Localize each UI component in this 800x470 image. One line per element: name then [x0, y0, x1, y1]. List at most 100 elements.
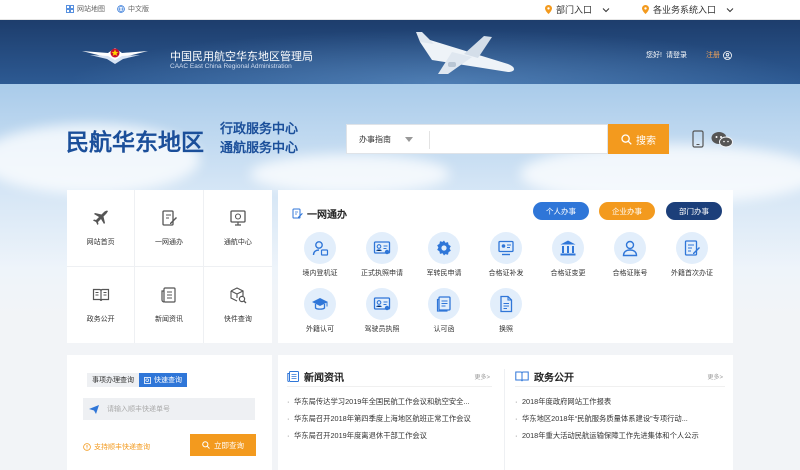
location-pin-icon: [544, 5, 552, 14]
nav-onestop-label: 一网通办: [154, 238, 183, 246]
service-item[interactable]: 外籍首次办证: [660, 232, 724, 278]
search-input[interactable]: [437, 127, 605, 151]
lang-label: 中文版: [128, 6, 149, 13]
brand-title: 民航华东地区: [66, 129, 204, 156]
user-icon: [622, 240, 638, 257]
bank-building-icon: [560, 240, 576, 256]
register-label: 注册: [706, 52, 720, 59]
user-circle-icon: [723, 50, 732, 60]
search-button[interactable]: 搜索: [608, 124, 669, 154]
news-item[interactable]: 华东局传达学习2019年全国民航工作会议和航空安全...: [287, 393, 492, 410]
query-tabs: 事项办理查询 快速查询: [87, 373, 187, 387]
mobile-phone-icon[interactable]: [692, 130, 704, 148]
sitemap-label: 网站地图: [77, 6, 105, 13]
nav-news[interactable]: 新闻资讯: [135, 266, 204, 343]
biz-entry-label: 各业务系统入口: [652, 5, 716, 15]
service-label: 军转民申请: [426, 270, 462, 277]
sitemap-link[interactable]: 网站地图: [66, 4, 105, 14]
service-item[interactable]: 正式执照申请: [350, 232, 414, 278]
service-icon-bg: [428, 232, 460, 264]
service-icon-bg: [304, 288, 336, 320]
nav-home[interactable]: 网站首页: [67, 190, 136, 267]
gov-item[interactable]: 2018年度政府网站工作报表: [515, 393, 725, 410]
top-bar: 网站地图 中文版 部门入口 各业务系统入口: [0, 0, 800, 20]
search-box-icon: [144, 376, 151, 384]
gov-column: 政务公开 更多> 2018年度政府网站工作报表 华东地区2018年“民航服务质量…: [515, 367, 725, 444]
query-hint: 支持顺丰快递查询: [83, 442, 150, 452]
search-button-label: 搜索: [636, 135, 656, 147]
tracking-number-input[interactable]: 请输入顺丰快递单号: [83, 398, 255, 420]
nav-gov[interactable]: 政务公开: [67, 266, 136, 343]
top-dropdowns: 部门入口 各业务系统入口: [544, 3, 734, 16]
personal-affairs-button[interactable]: 个人办事: [533, 202, 589, 220]
search-icon: [202, 441, 210, 449]
enterprise-affairs-button[interactable]: 企业办事: [599, 202, 655, 220]
document-icon: [500, 295, 513, 313]
news-icon: [287, 371, 299, 382]
chevron-down-icon: [602, 7, 610, 12]
onestop-panel: 一网通办 个人办事 企业办事 部门办事 境内登机证 正式执照申请 军转民申请 合…: [278, 190, 733, 343]
service-icon-bg: [366, 232, 398, 264]
login-link[interactable]: 请登录: [666, 50, 687, 60]
service-item[interactable]: 境内登机证: [288, 232, 352, 278]
login-area[interactable]: 您好! 请登录: [646, 50, 687, 60]
nav-home-label: 网站首页: [86, 238, 115, 246]
edit-icon: [162, 210, 177, 226]
service-item[interactable]: 军转民申请: [412, 232, 476, 278]
department-affairs-button[interactable]: 部门办事: [666, 202, 722, 220]
certificate-screen-icon: [498, 240, 514, 256]
wechat-icon[interactable]: [711, 131, 733, 148]
nav-express[interactable]: 快件查询: [204, 267, 272, 344]
license-card-icon: [373, 241, 391, 255]
cloud: [250, 154, 450, 194]
service-icon-bg: [428, 288, 460, 320]
document-stack-icon: [436, 296, 451, 312]
register-link[interactable]: 注册: [706, 50, 732, 60]
news-header: 新闻资讯 更多>: [287, 367, 492, 387]
gov-item[interactable]: 2018年重大活动民航运输保障工作先进集体和个人公示: [515, 427, 725, 444]
onestop-title: 一网通办: [292, 206, 347, 221]
search-category-select[interactable]: 办事指南: [359, 134, 413, 145]
nav-ga-center[interactable]: 通航中心: [203, 190, 272, 267]
news-list: 华东局传达学习2019年全国民航工作会议和航空安全... 华东局召开2018年第…: [287, 393, 492, 444]
gov-header: 政务公开 更多>: [515, 367, 725, 387]
news-item[interactable]: 华东局召开2018年第四季度上海地区航班正常工作会议: [287, 410, 492, 427]
news-item[interactable]: 华东局召开2019年度离退休干部工作会议: [287, 427, 492, 444]
brand-subtitle: 行政服务中心 通航服务中心: [220, 120, 298, 158]
biz-entry-dropdown[interactable]: 各业务系统入口: [641, 3, 734, 16]
tab-affair-query[interactable]: 事项办理查询: [87, 373, 139, 387]
lang-link[interactable]: 中文版: [117, 4, 149, 14]
query-now-button[interactable]: 立即查询: [190, 434, 256, 456]
graduation-cap-icon: [312, 298, 328, 310]
onestop-title-label: 一网通办: [307, 210, 347, 221]
service-item[interactable]: 驾驶员执照: [350, 288, 414, 334]
service-label: 认可函: [433, 326, 455, 333]
dept-entry-dropdown[interactable]: 部门入口: [544, 3, 610, 16]
service-item[interactable]: 认可函: [412, 288, 476, 334]
gov-item[interactable]: 华东地区2018年“民航服务质量体系建设”专项行动...: [515, 410, 725, 427]
service-item[interactable]: 外籍认可: [288, 288, 352, 334]
service-icon-bg: [304, 232, 336, 264]
service-item[interactable]: 合格证补发: [474, 232, 538, 278]
nav-onestop[interactable]: 一网通办: [135, 190, 204, 267]
chevron-down-icon: [726, 7, 734, 12]
gov-more-link[interactable]: 更多>: [707, 372, 723, 381]
paper-plane-icon: [89, 404, 99, 414]
package-search-icon: [230, 287, 247, 304]
search-category-label: 办事指南: [359, 135, 391, 144]
tab-quick-query[interactable]: 快速查询: [139, 373, 187, 387]
service-label: 换照: [499, 326, 513, 333]
column-divider: [504, 369, 505, 470]
top-links: 网站地图 中文版: [66, 4, 149, 14]
news-column: 新闻资讯 更多> 华东局传达学习2019年全国民航工作会议和航空安全... 华东…: [287, 367, 492, 444]
news-more-link[interactable]: 更多>: [474, 372, 490, 381]
service-item[interactable]: 合格证账号: [598, 232, 662, 278]
service-item[interactable]: 合格证变更: [536, 232, 600, 278]
gov-list: 2018年度政府网站工作报表 华东地区2018年“民航服务质量体系建设”专项行动…: [515, 393, 725, 444]
query-now-label: 立即查询: [214, 440, 244, 450]
service-icon-bg: [552, 232, 584, 264]
service-item[interactable]: 换照: [474, 288, 538, 334]
quick-nav-grid: 网站首页 一网通办 通航中心 政务公开 新闻资讯 快件查询: [67, 190, 272, 343]
screen-icon: [230, 210, 246, 226]
tab-quick-query-label: 快速查询: [154, 377, 182, 384]
